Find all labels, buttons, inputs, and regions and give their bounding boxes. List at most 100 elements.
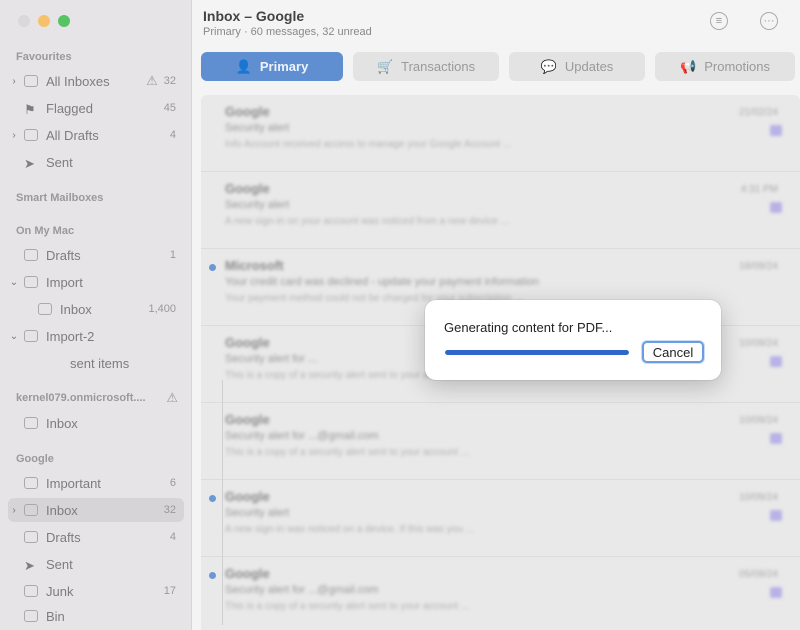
progress-bar-fill bbox=[445, 350, 629, 355]
trash-icon bbox=[24, 610, 38, 622]
message-row[interactable]: Google 10/09/24 Security alert A new sig… bbox=[201, 480, 800, 557]
sidebar-item-google-sent[interactable]: ➤ Sent bbox=[8, 552, 184, 576]
message-preview: A new sign-in was noticed on a device. I… bbox=[225, 524, 475, 535]
cancel-button[interactable]: Cancel bbox=[642, 341, 704, 363]
sidebar-item-label: Flagged bbox=[46, 100, 93, 116]
message-preview: This is a copy of a security alert sent … bbox=[225, 601, 469, 612]
warning-icon: ⚠ bbox=[166, 390, 178, 405]
account-title: kernel079.onmicrosoft.... bbox=[16, 392, 146, 404]
category-tabs: 👤 Primary 🛒 Transactions 💬 Updates 📢 Pro… bbox=[201, 52, 795, 81]
message-preview: A new sign-in on your account was notice… bbox=[225, 216, 510, 227]
window-controls bbox=[18, 15, 70, 27]
mailbox-badge-icon bbox=[770, 356, 782, 367]
message-sender: Google bbox=[225, 335, 270, 350]
more-icon[interactable]: ··· bbox=[760, 12, 778, 30]
folder-icon bbox=[24, 276, 38, 288]
tab-updates[interactable]: 💬 Updates bbox=[509, 52, 645, 81]
sidebar-item-google-drafts[interactable]: Drafts 4 bbox=[8, 525, 184, 549]
sidebar-item-label: Inbox bbox=[60, 301, 92, 317]
sidebar-item-import-2[interactable]: ⌄ Import-2 bbox=[8, 324, 184, 348]
sidebar-item-label: Import bbox=[46, 274, 83, 290]
tab-primary[interactable]: 👤 Primary bbox=[201, 52, 343, 81]
sidebar-item-all-drafts[interactable]: › All Drafts 4 bbox=[8, 123, 184, 147]
document-icon bbox=[24, 249, 38, 261]
message-sender: Google bbox=[225, 566, 270, 581]
minimize-window-button[interactable] bbox=[38, 15, 50, 27]
tab-promotions[interactable]: 📢 Promotions bbox=[655, 52, 795, 81]
sidebar-item-account-inbox[interactable]: Inbox bbox=[8, 411, 184, 435]
flag-icon: ⚑ bbox=[24, 102, 36, 117]
sidebar-item-sent[interactable]: ➤ Sent bbox=[8, 150, 184, 174]
folder-icon bbox=[48, 357, 62, 369]
message-subject: Security alert for ... bbox=[225, 353, 318, 365]
inbox-icon bbox=[24, 417, 38, 429]
section-google: Google bbox=[16, 453, 54, 465]
sidebar-item-google-inbox[interactable]: › Inbox 32 bbox=[8, 498, 184, 522]
document-icon bbox=[24, 531, 38, 543]
sidebar-item-flagged[interactable]: ⚑ Flagged 45 bbox=[8, 96, 184, 120]
message-date: 10/09/24 bbox=[739, 338, 778, 349]
tab-transactions[interactable]: 🛒 Transactions bbox=[353, 52, 499, 81]
zoom-window-button[interactable] bbox=[58, 15, 70, 27]
filter-icon[interactable]: ≡ bbox=[710, 12, 728, 30]
dialog-title: Generating content for PDF... bbox=[444, 320, 613, 335]
unread-indicator bbox=[209, 495, 216, 502]
message-date: 18/09/24 bbox=[739, 261, 778, 272]
chevron-right-icon[interactable]: › bbox=[8, 130, 20, 141]
message-subject: Security alert bbox=[225, 122, 290, 134]
sidebar-item-label: Drafts bbox=[46, 247, 81, 263]
close-window-button[interactable] bbox=[18, 15, 30, 27]
message-subject: Security alert for ...@gmail.com bbox=[225, 430, 379, 442]
sidebar: Favourites › All Inboxes ⚠ 32 ⚑ Flagged … bbox=[0, 0, 192, 630]
mailbox-subtitle: Primary · 60 messages, 32 unread bbox=[203, 26, 372, 38]
item-count: 17 bbox=[163, 585, 176, 597]
chevron-down-icon[interactable]: ⌄ bbox=[8, 331, 20, 342]
unread-indicator bbox=[209, 264, 216, 271]
sidebar-item-bin[interactable]: Bin bbox=[8, 604, 184, 628]
message-row[interactable]: Google 05/09/24 Security alert for ...@g… bbox=[201, 557, 800, 630]
unread-count: 32 bbox=[163, 75, 176, 87]
mailbox-title: Inbox – Google bbox=[203, 8, 305, 24]
unread-indicator bbox=[209, 572, 216, 579]
message-date: 10/09/24 bbox=[739, 415, 778, 426]
sidebar-item-label: sent items bbox=[70, 355, 130, 371]
sidebar-item-important[interactable]: Important 6 bbox=[8, 471, 184, 495]
message-icon: 💬 bbox=[540, 58, 557, 74]
sidebar-item-sent-items[interactable]: sent items bbox=[8, 351, 184, 375]
chevron-right-icon[interactable]: › bbox=[8, 76, 20, 87]
message-date: 4:31 PM bbox=[740, 184, 778, 195]
sidebar-item-label: Bin bbox=[46, 608, 65, 624]
cart-icon: 🛒 bbox=[376, 58, 394, 74]
message-row[interactable]: Google 10/09/24 Security alert for ...@g… bbox=[201, 403, 800, 480]
chevron-down-icon[interactable]: ⌄ bbox=[8, 277, 20, 288]
sidebar-item-label: All Inboxes bbox=[46, 73, 110, 89]
section-on-my-mac: On My Mac bbox=[16, 225, 75, 237]
sidebar-item-import-inbox[interactable]: Inbox 1,400 bbox=[8, 297, 184, 321]
message-subject: Security alert bbox=[225, 507, 290, 519]
sidebar-item-label: Sent bbox=[46, 154, 73, 170]
person-icon: 👤 bbox=[235, 58, 252, 74]
message-sender: Google bbox=[225, 181, 270, 196]
tab-label: Primary bbox=[259, 59, 309, 74]
inbox-icon bbox=[24, 504, 38, 516]
sidebar-item-junk[interactable]: Junk 17 bbox=[8, 579, 184, 603]
item-count: 1 bbox=[169, 249, 176, 261]
sidebar-item-label: Sent bbox=[46, 556, 73, 572]
message-sender: Google bbox=[225, 412, 270, 427]
message-row[interactable]: Google 4:31 PM Security alert A new sign… bbox=[201, 172, 800, 249]
sidebar-item-label: Drafts bbox=[46, 529, 81, 545]
unread-count: 32 bbox=[163, 504, 176, 516]
sidebar-item-mac-drafts[interactable]: Drafts 1 bbox=[8, 243, 184, 267]
message-date: 21/02/24 bbox=[739, 107, 778, 118]
pdf-progress-dialog: Generating content for PDF... Cancel bbox=[425, 300, 721, 380]
sidebar-item-all-inboxes[interactable]: › All Inboxes ⚠ 32 bbox=[8, 69, 184, 93]
message-subject: Your credit card was declined - update y… bbox=[225, 276, 539, 288]
mailbox-badge-icon bbox=[770, 433, 782, 444]
message-row[interactable]: Google 21/02/24 Security alert Info Acco… bbox=[201, 95, 800, 172]
sidebar-item-import[interactable]: ⌄ Import bbox=[8, 270, 184, 294]
message-sender: Microsoft bbox=[225, 258, 284, 273]
mailbox-badge-icon bbox=[770, 510, 782, 521]
chevron-right-icon[interactable]: › bbox=[8, 505, 20, 516]
progress-bar bbox=[445, 350, 629, 355]
section-account[interactable]: kernel079.onmicrosoft.... ⚠ bbox=[8, 386, 184, 410]
